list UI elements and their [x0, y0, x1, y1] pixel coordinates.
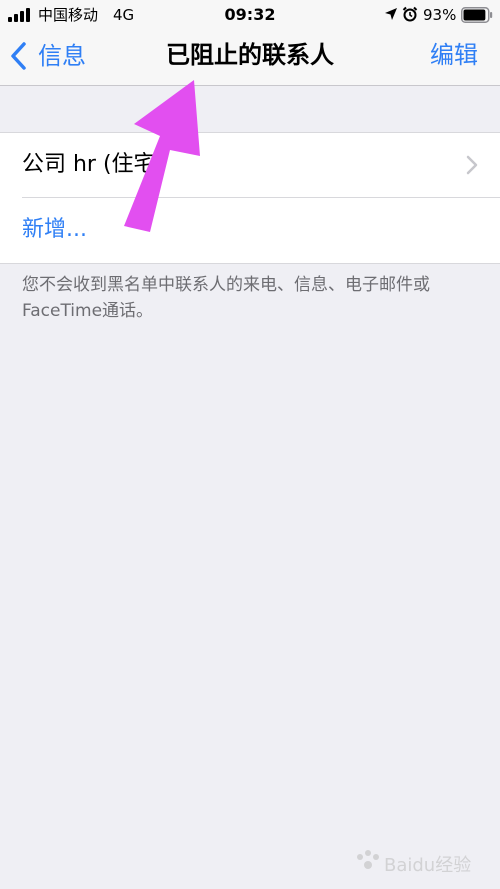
page-title: 已阻止的联系人	[166, 41, 334, 69]
add-new-label: 新增...	[22, 217, 87, 242]
location-arrow-icon	[385, 8, 397, 20]
navigation-bar: 信息 已阻止的联系人 编辑	[0, 30, 500, 86]
battery-icon	[461, 7, 493, 23]
baidu-watermark-logo: Baidu经验	[357, 850, 471, 876]
add-new-button[interactable]: 新增...	[0, 198, 500, 263]
battery-percent: 93%	[423, 6, 457, 24]
alarm-clock-icon	[402, 6, 418, 22]
status-bar: 中国移动 4G 09:32 93%	[0, 0, 500, 30]
blocked-contact-row[interactable]: 公司 hr (住宅)	[0, 133, 500, 197]
watermark-text: Baidu经验	[384, 855, 471, 876]
blocked-contact-label: 公司 hr (住宅)	[22, 152, 165, 177]
chevron-right-icon	[466, 155, 478, 175]
blocked-contacts-list: 公司 hr (住宅) 新增...	[0, 132, 500, 264]
blocked-info-footnote: 您不会收到黑名单中联系人的来电、信息、电子邮件或FaceTime通话。	[22, 275, 430, 321]
edit-button[interactable]: 编辑	[430, 40, 478, 70]
